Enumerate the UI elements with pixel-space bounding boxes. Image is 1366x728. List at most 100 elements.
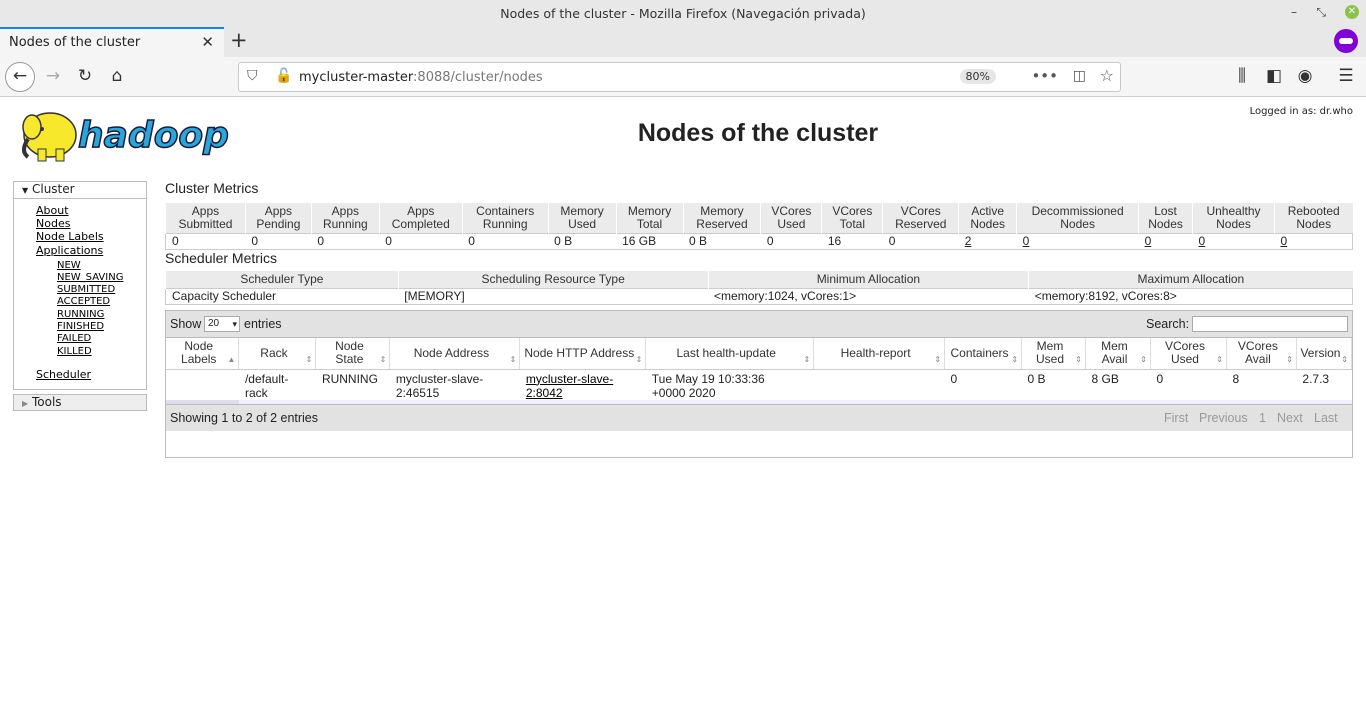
sortable-column-header[interactable]: Mem Avail ⇕ (1085, 338, 1151, 370)
hadoop-logo[interactable]: hadoop (14, 105, 254, 165)
column-header: Decommissioned Nodes (1016, 203, 1139, 233)
nav-cluster-header[interactable]: ▼ Cluster (14, 182, 146, 199)
minimize-icon[interactable]: – (1291, 5, 1297, 19)
nav-app-state-accepted[interactable]: ACCEPTED (57, 296, 110, 307)
sortable-column-header[interactable]: Node State ⇕ (315, 338, 391, 370)
cell-line: 8 GB (1091, 371, 1119, 386)
sortable-column-header[interactable]: Last health-update ⇕ (645, 338, 815, 370)
url-text[interactable]: mycluster-master:8088/cluster/nodes (299, 70, 543, 85)
nav-app-state-new[interactable]: NEW (57, 260, 81, 271)
sortable-column-header[interactable]: Node Labels ▲ (166, 338, 240, 370)
nav-app-state-killed[interactable]: KILLED (57, 346, 92, 357)
nav-app-state-submitted[interactable]: SUBMITTED (57, 284, 115, 295)
nav-app-state-failed[interactable]: FAILED (57, 333, 91, 344)
sortable-column-header[interactable]: Mem Used ⇕ (1021, 338, 1086, 370)
cell-line: Tue May 19 10:33:36 (651, 371, 765, 386)
column-header-line: Avail (1245, 352, 1271, 367)
cluster-metrics-title: Cluster Metrics (165, 180, 259, 196)
cell-line: rack (244, 385, 268, 400)
sortable-column-header[interactable]: Health-report ⇕ (813, 338, 946, 370)
home-icon[interactable]: ⌂ (103, 63, 131, 91)
metric-value: 0 (1016, 232, 1139, 250)
back-arrow-icon[interactable]: ← (5, 62, 35, 92)
bookmark-star-icon[interactable]: ☆ (1100, 66, 1114, 85)
table-cell: 0 (1150, 369, 1226, 400)
menu-icon[interactable]: ☰ (1332, 63, 1360, 91)
nav-app-state-finished[interactable]: FINISHED (57, 321, 104, 332)
metric-value: 16 GB (616, 232, 683, 250)
tab-active[interactable]: Nodes of the cluster ✕ (0, 27, 224, 57)
cell-line: 0 B (1027, 371, 1046, 386)
zoom-level-badge[interactable]: 80% (959, 69, 996, 84)
column-header-line: Memory (700, 203, 744, 218)
column-header-line: Avail (1101, 352, 1128, 367)
column-header-line: Unhealthy (1206, 203, 1261, 218)
reload-icon[interactable]: ↻ (71, 63, 99, 91)
sortable-column-header[interactable]: VCores Used ⇕ (1150, 338, 1227, 370)
window-close-icon[interactable]: ✕ (1345, 5, 1359, 19)
search-input[interactable] (1192, 316, 1348, 332)
column-header-line: Memory (627, 203, 672, 218)
column-header-line: Used (1170, 352, 1199, 367)
sidebar-icon[interactable]: ◧ (1260, 63, 1288, 91)
restore-icon[interactable]: ⤡ (1316, 5, 1326, 20)
insecure-lock-icon[interactable]: 🔓 (275, 68, 292, 84)
metric-value-link[interactable]: 0 (1280, 234, 1287, 248)
column-header-line: Total (636, 216, 663, 231)
metric-value-link[interactable]: 0 (1023, 234, 1030, 248)
library-icon[interactable]: ⫼ (1228, 63, 1256, 91)
column-header: Scheduling Resource Type (397, 271, 709, 288)
nav-tools-header[interactable]: ▶ Tools (13, 394, 147, 411)
metric-value: 0 (311, 232, 380, 250)
pagination-first-button[interactable]: First (1164, 411, 1188, 425)
pocket-icon[interactable]: ◫ (1073, 68, 1086, 84)
table-row: /default-rack RUNNING mycluster-slave- 2:46… (166, 369, 1352, 400)
nav-link-scheduler[interactable]: Scheduler (36, 368, 91, 381)
pagination-page-button[interactable]: 1 (1259, 411, 1266, 425)
pagination-previous-button[interactable]: Previous (1199, 411, 1248, 425)
scheduler-type-value: Capacity Scheduler (165, 287, 399, 305)
account-icon[interactable]: ◉ (1291, 63, 1319, 91)
column-header-line: Lost (1154, 203, 1177, 218)
shield-icon[interactable]: ⛉ (247, 68, 258, 84)
pagination-last-button[interactable]: Last (1314, 411, 1338, 425)
sortable-column-header[interactable]: Version ⇕ (1296, 338, 1353, 370)
sortable-column-header[interactable]: Containers ⇕ (944, 338, 1023, 370)
column-header: Scheduler Type (165, 271, 399, 288)
nav-app-state-running[interactable]: RUNNING (57, 309, 104, 320)
node-http-address-link[interactable]: mycluster-slave- 2:8042 (526, 372, 640, 400)
page-size-select[interactable]: 20 (204, 316, 240, 332)
nav-link-about[interactable]: About (36, 204, 69, 217)
metric-value: 0 (1192, 232, 1275, 250)
page-actions-icon[interactable]: ••• (1031, 67, 1058, 85)
cell-line: 2:8042 (525, 385, 563, 400)
nav-link-applications[interactable]: Applications (36, 244, 103, 257)
column-header: Apps Pending (244, 203, 312, 233)
column-header: VCores Used (760, 203, 822, 233)
column-header-line: Node HTTP Address (524, 345, 635, 360)
sortable-column-header[interactable]: Node HTTP Address ⇕ (519, 338, 647, 370)
nodes-table-header-row: Node Labels ▲ Rack ⇕ Node State ⇕ Node Address ⇕ N… (166, 338, 1353, 370)
column-header: Apps Completed (378, 203, 463, 233)
column-header-line: Nodes (970, 216, 1006, 231)
column-header-line: Rack (260, 345, 288, 360)
table-cell (166, 369, 239, 400)
sortable-column-header[interactable]: Rack ⇕ (238, 338, 317, 370)
tab-close-icon[interactable]: ✕ (201, 33, 214, 51)
new-tab-icon[interactable]: + (230, 28, 248, 52)
forward-arrow-icon[interactable]: → (39, 63, 67, 91)
column-header: Minimum Allocation (707, 271, 1029, 288)
url-bar[interactable]: ⛉ 🔓 mycluster-master:8088/cluster/nodes … (238, 62, 1121, 92)
sortable-column-header[interactable]: Node Address ⇕ (389, 338, 521, 370)
sortable-column-header[interactable]: VCores Avail ⇕ (1226, 338, 1297, 370)
page-title: Nodes of the cluster (637, 119, 879, 147)
metric-value-link[interactable]: 0 (1199, 234, 1206, 248)
nav-app-state-new-saving[interactable]: NEW_SAVING (57, 272, 123, 283)
pagination-next-button[interactable]: Next (1277, 411, 1303, 425)
nav-link-node-labels[interactable]: Node Labels (36, 230, 104, 243)
metric-value-link[interactable]: 2 (965, 234, 972, 248)
nav-link-nodes[interactable]: Nodes (36, 217, 70, 230)
metric-value-link[interactable]: 0 (1145, 234, 1152, 248)
table-cell: mycluster-slave- 2:46515 (390, 369, 520, 400)
tab-title: Nodes of the cluster (9, 35, 141, 50)
